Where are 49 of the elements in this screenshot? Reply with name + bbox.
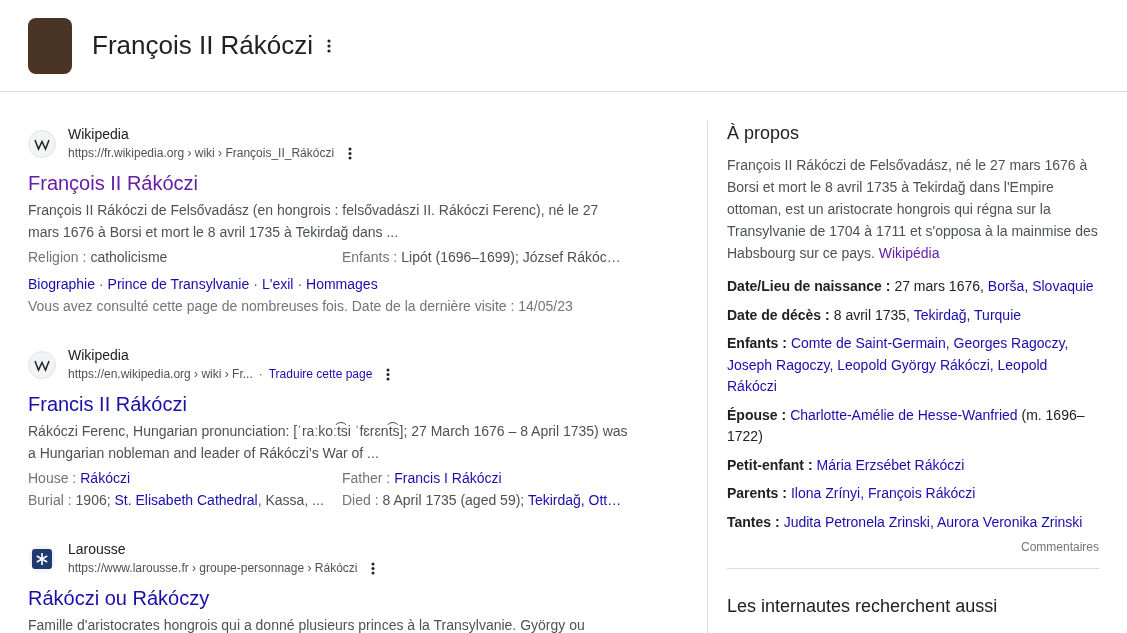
result-url: https://fr.wikipedia.org › wiki › François_II_Rákóczi [68, 145, 335, 162]
fact-line: Father : Francis I Rákóczi [342, 469, 503, 488]
more-options-icon[interactable] [371, 561, 376, 575]
page-title: François II Rákóczi [92, 30, 314, 61]
section-heading: Les internautes recherchent aussi [727, 596, 999, 617]
sitelink[interactable]: Hommages [306, 276, 378, 292]
fact-line: Date/Lieu de naissance : 27 mars 1676, Borša, Slovaquie [727, 277, 1095, 296]
result-url: https://en.wikipedia.org › wiki › Fr... [68, 366, 253, 383]
wikipedia-w-icon [28, 350, 56, 379]
translate-link[interactable]: Traduire cette page [268, 365, 373, 383]
fact-line: Enfants : Comte de Saint-Germain, Georges Ragoczy, Joseph Ragoczy, Leopold György Rákóczi, Leopold Rákóczi [727, 334, 1070, 396]
result-title-link[interactable]: Francis II Rákóczi [28, 391, 187, 417]
separator-dot: · [258, 366, 263, 383]
result-snippet: Famille d'aristocrates hongrois qui a donné plusieurs princes à la Transylvanie. György ou [28, 616, 586, 633]
site-name: Wikipedia [68, 125, 130, 144]
result-snippet: Rákóczi Ferenc, Hungarian pronunciation: [ˈraːkoːt͡si ˈfɛrɛnt͡s]; 27 March 1676 – 8 April 1735) was a Hungarian nobleman and leader of Rákóczi's War of ... [28, 421, 628, 463]
asterisk-logo-icon [28, 544, 56, 573]
fact-line: Burial : 1906; St. Elisabeth Cathedral, Kassa, ... [28, 491, 325, 510]
result-title-link[interactable]: François II Rákóczi [28, 170, 199, 196]
visit-note: Vous avez consulté cette page de nombreuses fois. Date de la dernière visite : 14/05/23 [28, 297, 574, 316]
wikipedia-w-icon [28, 129, 56, 158]
sitelink[interactable]: Prince de Transylvanie [107, 276, 250, 292]
result-title-link[interactable]: Rákóczi ou Rákóczy [28, 585, 210, 611]
separator-dot: · [98, 276, 104, 292]
source-link[interactable]: Wikipédia [878, 245, 940, 261]
fact-line: Petit-enfant : Mária Erzsébet Rákóczi [727, 455, 966, 475]
portrait-photo-placeholder [28, 17, 72, 74]
site-name: Wikipedia [68, 346, 130, 365]
feedback-link[interactable]: Commentaires [1020, 540, 1099, 554]
more-options-icon[interactable] [327, 38, 332, 53]
fact-line: Tantes : Judita Petronela Zrinski, Aurora Veronika Zrinski [727, 512, 1084, 532]
fact-line: Died : 8 April 1735 (aged 59); Tekirdağ, Ott… [342, 491, 623, 510]
fact-line: Épouse : Charlotte-Amélie de Hesse-Wanfried (m. 1696–1722) [727, 405, 1086, 446]
about-text: François II Rákóczi de Felsővadász, né le 27 mars 1676 à Borsi et mort le 8 avril 1735 à Tekirdağ dans l'Empire ottoman, est un aristocrate hongrois qui régna sur la Transylvanie de 1704 à 1711 et s'opposa à la mainmise des Habsbourg sur ce pays. Wikipédia [727, 156, 1099, 263]
fact-line: Parents : Ilona Zrínyi, François Rákóczi [727, 484, 977, 503]
sitelink[interactable]: Biographie [28, 276, 95, 292]
fact-line: Religion : catholicisme [28, 248, 169, 267]
site-name: Larousse [68, 540, 127, 559]
more-options-icon[interactable] [386, 367, 391, 381]
sitelink[interactable]: L'exil [261, 276, 294, 292]
result-url: https://www.larousse.fr › groupe-personnage › Rákóczi [68, 560, 358, 577]
separator-dot: · [253, 276, 258, 292]
result-snippet: François II Rákóczi de Felsővadász (en hongrois : felsővadászi II. Rákóczi Ferenc), né le 27 mars 1676 à Borsi et mort le 8 avril 1735 à Tekirdağ dans ... [28, 201, 600, 242]
more-options-icon[interactable] [348, 146, 353, 160]
panel-heading: À propos [727, 123, 801, 144]
separator-dot: · [297, 276, 303, 292]
fact-line: Date de décès : 8 avril 1735, Tekirdağ, Turquie [727, 305, 1023, 325]
fact-line: Enfants : Lipót (1696–1699); József Rákóc… [342, 248, 622, 267]
fact-line: House : Rákóczi [28, 469, 132, 488]
